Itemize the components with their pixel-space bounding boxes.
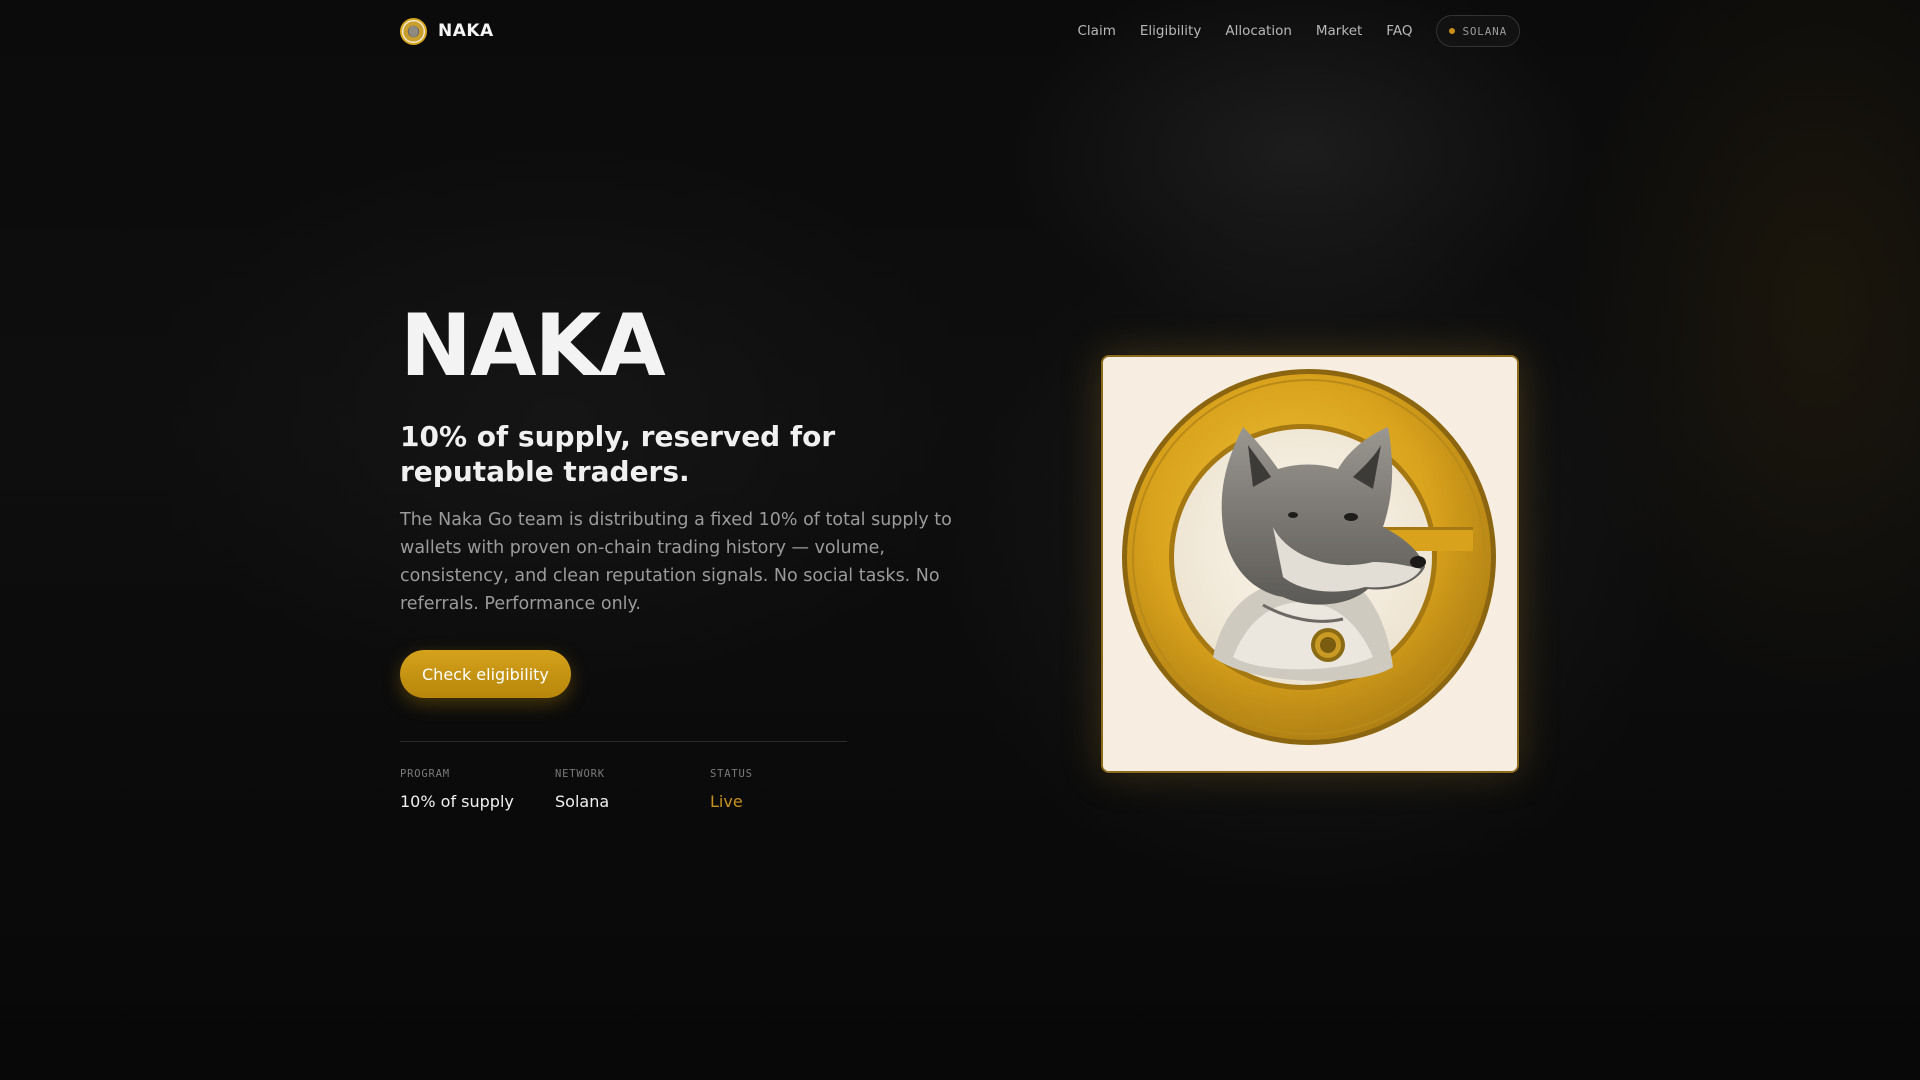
brand-logo-icon [400, 17, 427, 45]
brand-name: NAKA [438, 21, 494, 41]
stat-label: NETWORK [555, 768, 605, 780]
nav-link-market[interactable]: Market [1316, 23, 1362, 39]
nav-link-allocation[interactable]: Allocation [1225, 23, 1292, 39]
top-nav: NAKA Claim Eligibility Allocation Market… [400, 14, 1520, 48]
shiba-coin-illustration-icon [1103, 357, 1517, 771]
stat-value: 10% of supply [400, 792, 514, 811]
check-eligibility-button[interactable]: Check eligibility [400, 650, 571, 698]
hero-description: The Naka Go team is distributing a fixed… [400, 510, 952, 614]
hero-title: NAKA [400, 296, 666, 396]
network-pill-label: SOLANA [1462, 24, 1507, 38]
hero-image-card [1101, 355, 1519, 773]
nav-link-eligibility[interactable]: Eligibility [1140, 23, 1201, 39]
stat-network: NETWORK Solana [555, 768, 710, 811]
status-dot-icon [1449, 28, 1456, 34]
status-live-value: Live [710, 792, 743, 811]
page-background [0, 0, 1920, 1080]
stats-divider [400, 741, 847, 742]
network-pill[interactable]: SOLANA [1436, 15, 1520, 47]
stat-value: Solana [555, 792, 610, 811]
brand[interactable]: NAKA [400, 17, 494, 45]
hero-subtitle: 10% of supply, reserved for reputable tr… [400, 420, 836, 488]
stats-row: PROGRAM 10% of supply NETWORK Solana STA… [400, 768, 865, 811]
stat-label: PROGRAM [400, 768, 450, 780]
stat-program: PROGRAM 10% of supply [400, 768, 555, 811]
nav-links: Claim Eligibility Allocation Market FAQ … [1078, 15, 1520, 47]
nav-link-faq[interactable]: FAQ [1386, 23, 1412, 39]
stat-label: STATUS [710, 768, 753, 780]
stat-status: STATUS Live [710, 768, 865, 811]
nav-link-claim[interactable]: Claim [1078, 23, 1116, 39]
